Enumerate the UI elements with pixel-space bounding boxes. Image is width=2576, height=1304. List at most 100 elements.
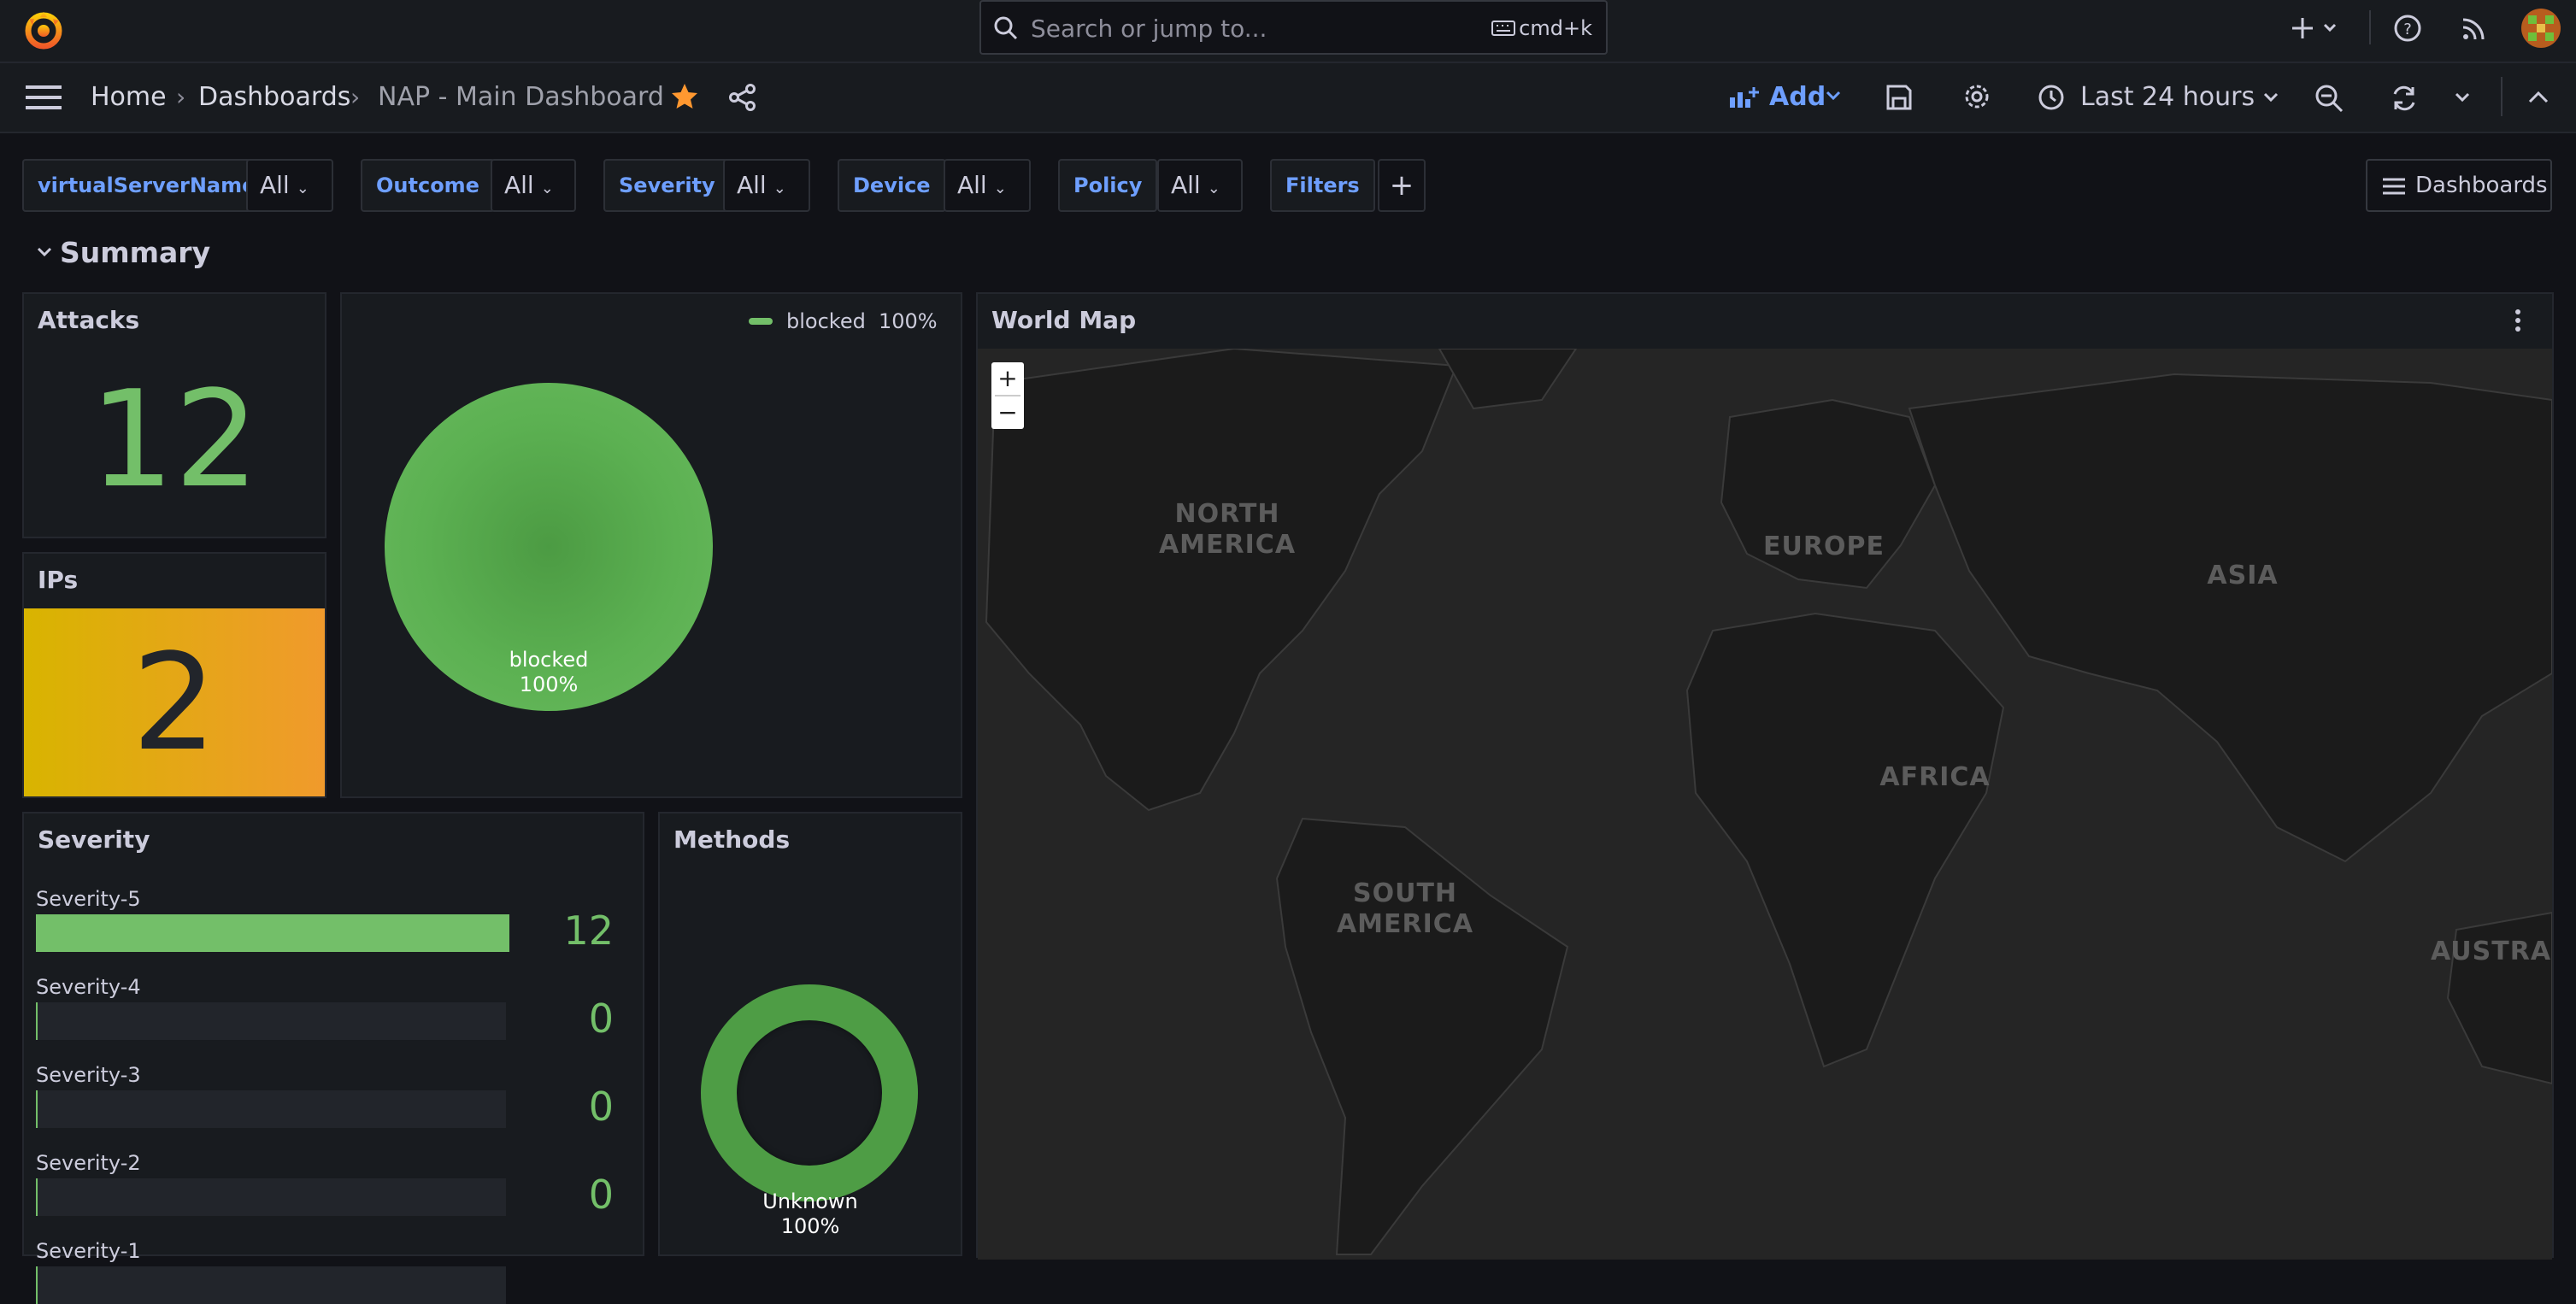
pie-slice-label: blocked 100% [385,648,713,697]
severity-bar-track [36,1178,506,1216]
attacks-value: 12 [89,361,260,517]
donut-slice-unknown[interactable] [701,984,918,1201]
search-bar[interactable]: Search or jump to... cmd+k [979,0,1608,55]
legend-swatch [749,318,773,325]
variable-label-virtualservername: virtualServerName [22,159,272,212]
add-filter-plus-icon[interactable]: + [1378,159,1426,212]
news-rss-icon[interactable] [2460,14,2489,43]
panel-title: Attacks [38,306,140,334]
new-plus-icon[interactable] [2291,15,2342,41]
world-map-panel: World Map NORTH AMERICA EUROPE ASIA AFRI… [976,292,2554,1260]
ips-value-background: 2 [24,608,325,796]
dashboards-links-button[interactable]: Dashboards [2366,159,2552,212]
help-icon[interactable]: ? [2393,14,2422,43]
world-map-canvas[interactable]: NORTH AMERICA EUROPE ASIA AFRICA SOUTH A… [978,349,2552,1260]
variable-select-virtualservername[interactable]: All ⌄ [246,159,333,212]
clock-icon[interactable] [2038,84,2065,111]
settings-gear-icon[interactable] [1962,82,1991,111]
variable-select-severity[interactable]: All ⌄ [723,159,810,212]
donut-label-name: Unknown [762,1189,858,1213]
add-button[interactable]: Add [1769,82,1826,112]
zoom-out-icon[interactable] [2314,84,2344,113]
breadcrumb-home[interactable]: Home [91,82,167,112]
chevron-down-icon[interactable] [1826,91,1841,101]
severity-bar-fill [36,914,509,952]
legend-series-name[interactable]: blocked [786,309,866,333]
severity-bar-label: Severity-1 [36,1239,141,1263]
row-title[interactable]: Summary [60,236,210,269]
severity-bar-fill [36,1266,38,1304]
variable-value: All [1171,171,1201,199]
map-label-australia: AUSTRA [2431,937,2552,966]
panel-title: IPs [38,566,79,594]
severity-bar-value: 12 [563,908,614,954]
add-panel-icon[interactable] [1728,85,1759,109]
legend-series-percent: 100% [879,309,938,333]
map-zoom-out-button[interactable]: − [991,396,1024,429]
variable-value: All [737,171,767,199]
ips-panel: IPs 2 [22,552,326,798]
variable-value: All [260,171,290,199]
severity-bar-fill [36,1002,38,1040]
chevron-down-icon[interactable] [2263,92,2279,103]
chevron-down-icon: ⌄ [993,179,1007,197]
severity-bar-fill [36,1178,38,1216]
chevron-up-icon[interactable] [2528,91,2549,104]
ips-value: 2 [132,625,217,780]
chevron-down-icon: ⌄ [773,179,786,197]
filters-label[interactable]: Filters [1270,159,1375,212]
variable-label-device: Device [838,159,946,212]
map-label-text: NORTH AMERICA [1158,499,1297,560]
breadcrumb-dashboards[interactable]: Dashboards [198,82,350,112]
severity-bar-track [36,1002,506,1040]
severity-bar-value: 0 [588,1172,614,1218]
severity-bar-value: 0 [588,1084,614,1130]
severity-bar-track [36,1266,506,1304]
severity-bar-value: 0 [588,996,614,1042]
refresh-icon[interactable] [2390,84,2419,113]
map-label-north-america: NORTH AMERICA [1142,499,1313,561]
variable-label-outcome: Outcome [361,159,495,212]
search-icon [993,15,1019,41]
severity-bar-label: Severity-5 [36,887,141,911]
pie-label-percent: 100% [519,673,579,696]
outcome-pie-panel: blocked 100% blocked 100% [340,292,962,798]
map-zoom-control: + − [991,362,1024,429]
page-title: NAP - Main Dashboard [378,82,664,112]
variable-select-outcome[interactable]: All ⌄ [491,159,576,212]
chevron-down-icon: ⌄ [1207,179,1220,197]
panel-title: Severity [38,825,150,854]
severity-bar-label: Severity-3 [36,1063,141,1087]
variable-label-severity: Severity [603,159,731,212]
severity-bar-label: Severity-2 [36,1151,141,1175]
chevron-down-icon: ⌄ [296,179,309,197]
severity-bar-track [36,1090,506,1128]
save-dashboard-icon[interactable] [1885,84,1913,111]
pie-label-name: blocked [509,648,589,672]
panel-menu-kebab-icon[interactable] [2513,308,2523,333]
user-avatar-icon[interactable] [2521,9,2561,48]
row-collapse-chevron-icon[interactable] [36,246,53,258]
severity-bar-label: Severity-4 [36,975,141,999]
world-landmass-icon [985,349,2552,1255]
list-menu-icon [2383,178,2405,195]
search-placeholder: Search or jump to... [1031,15,1267,43]
panel-title: Methods [673,825,791,854]
map-zoom-in-button[interactable]: + [991,362,1024,395]
refresh-interval-chevron-icon[interactable] [2455,92,2470,103]
topbar-divider [2369,10,2371,44]
variable-select-policy[interactable]: All ⌄ [1157,159,1243,212]
breadcrumb-separator-icon: › [350,83,361,111]
grafana-logo-icon[interactable] [22,9,65,51]
time-range-picker[interactable]: Last 24 hours [2080,82,2255,112]
search-shortcut: cmd+k [1519,16,1592,40]
svg-text:?: ? [2403,21,2412,38]
severity-bar-track [36,914,509,952]
star-favorite-icon[interactable] [670,82,699,111]
map-label-europe: EUROPE [1763,532,1885,561]
share-icon[interactable] [728,84,757,111]
breadcrumb-separator-icon: › [176,83,186,111]
map-label-africa: AFRICA [1879,762,1991,792]
variable-select-device[interactable]: All ⌄ [944,159,1031,212]
menu-hamburger-icon[interactable] [26,84,62,111]
